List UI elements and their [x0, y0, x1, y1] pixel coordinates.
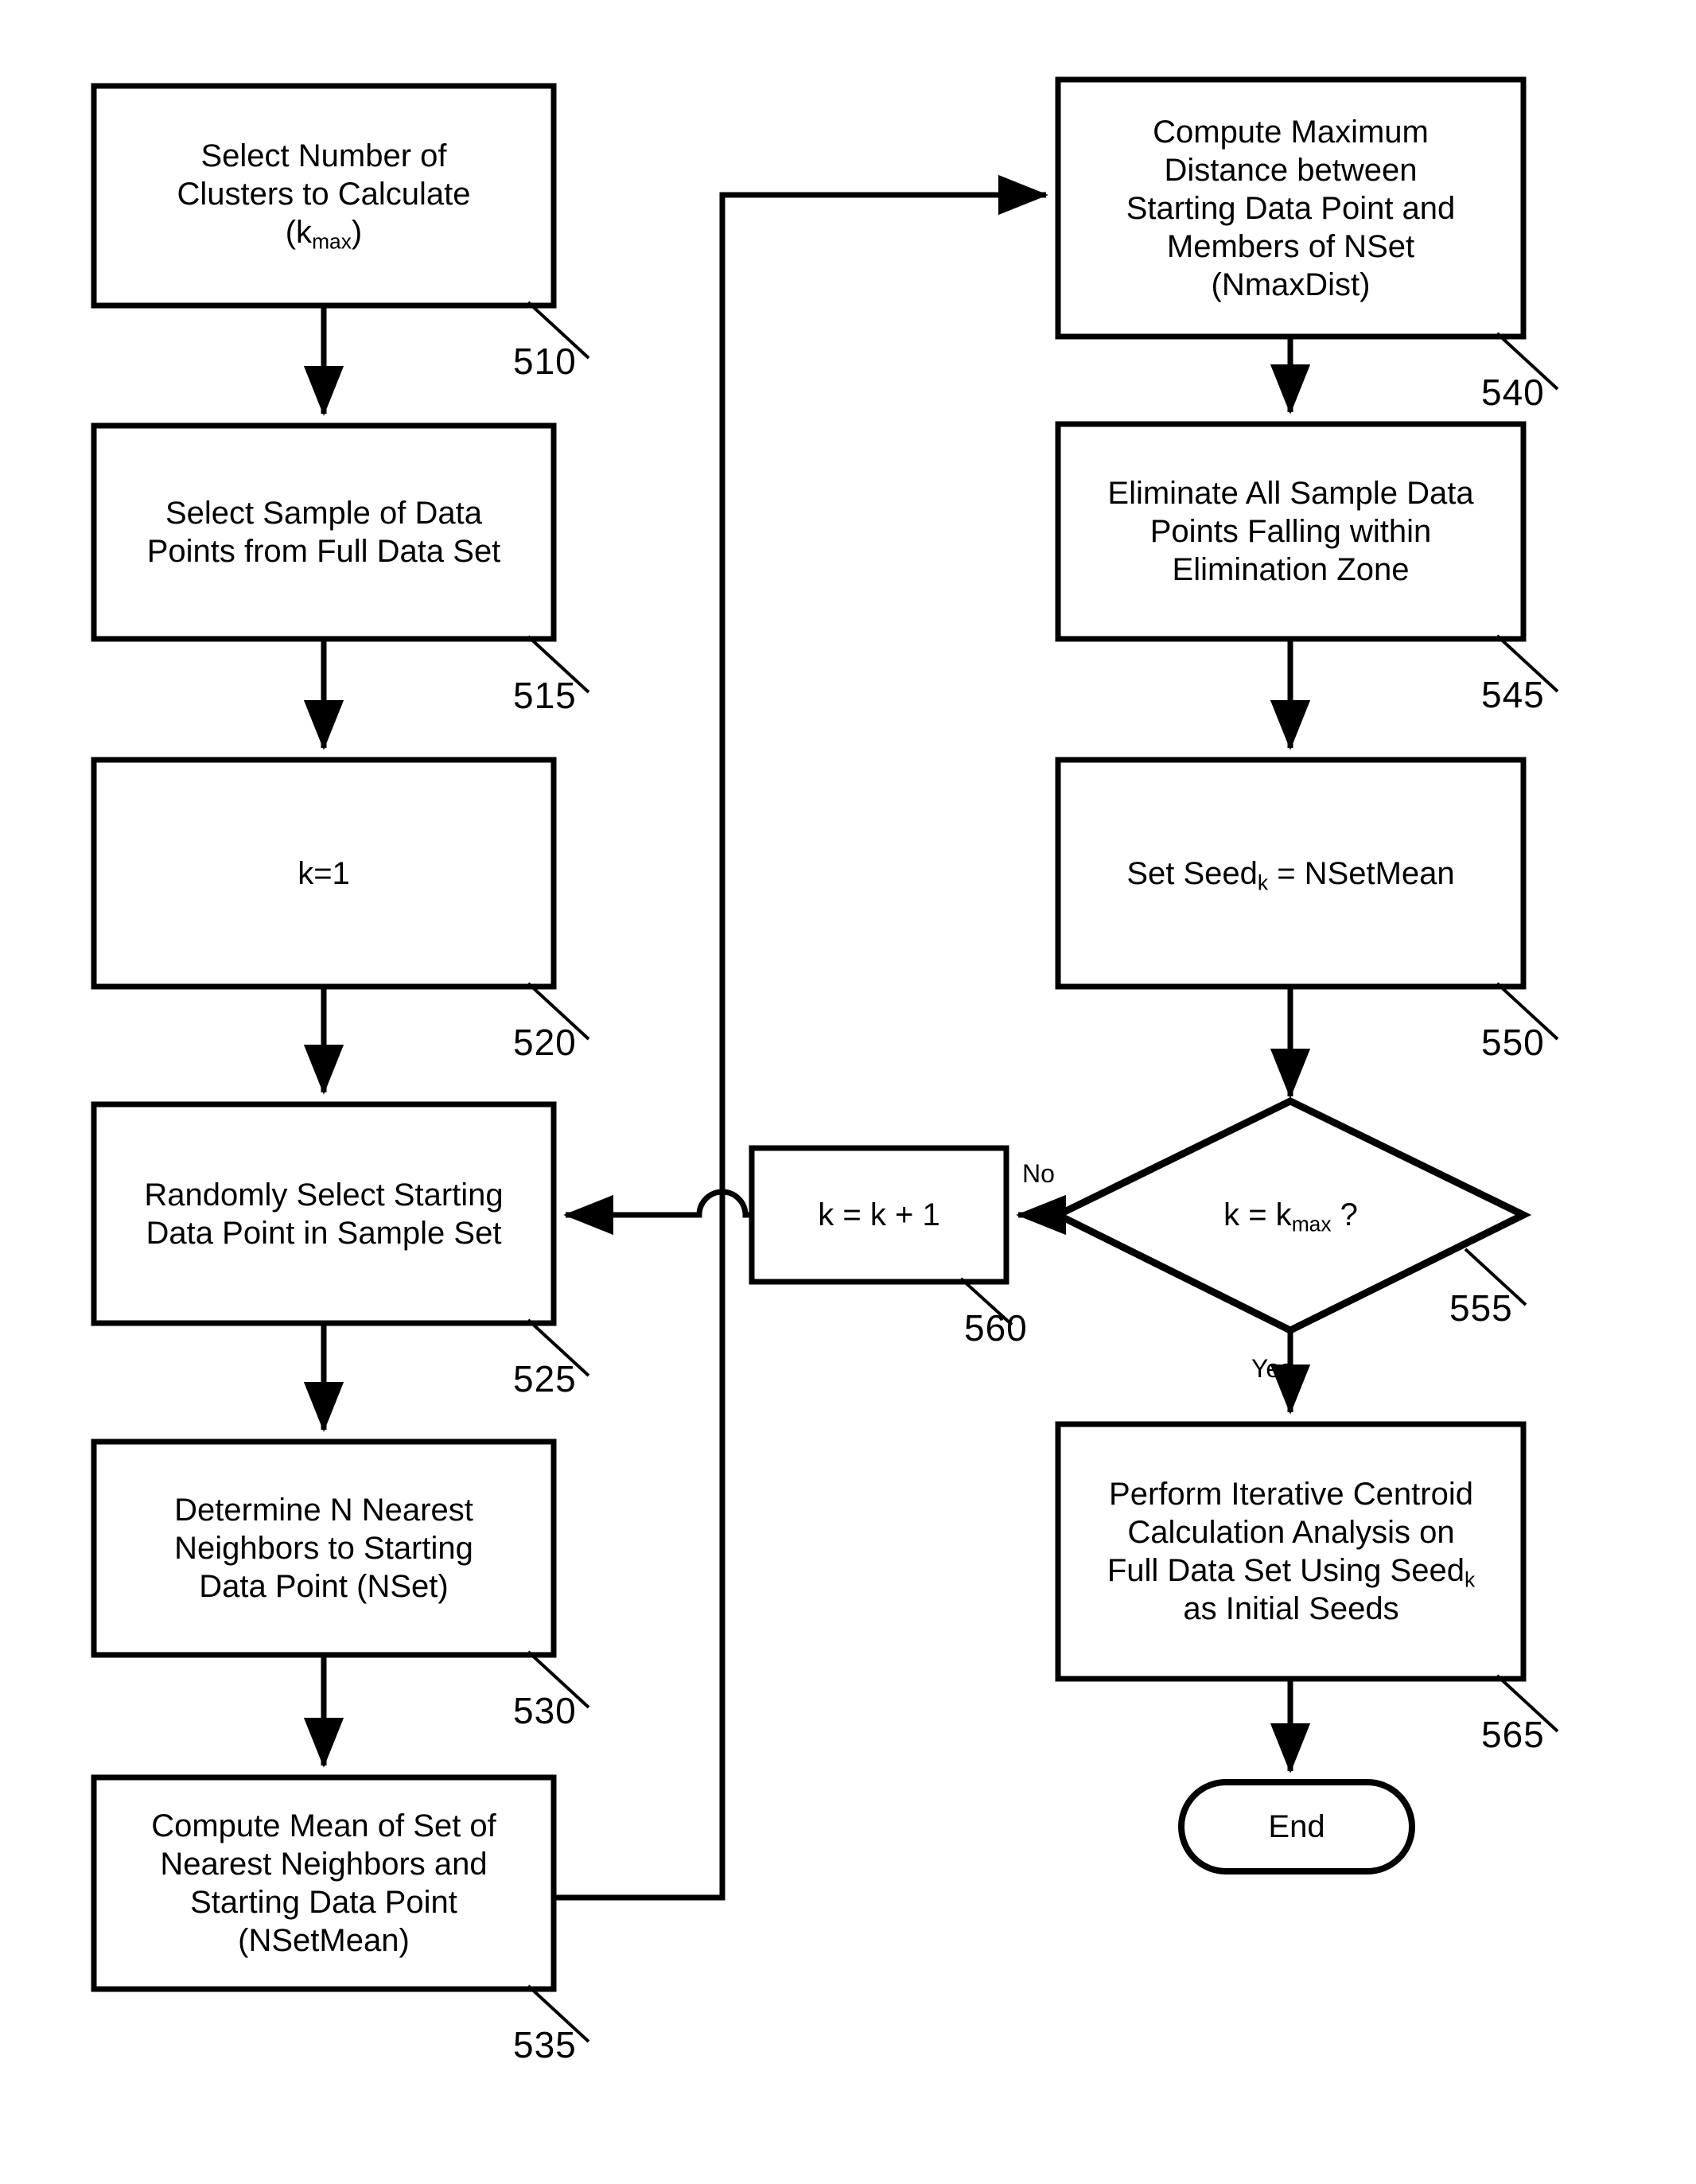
- node-560-shape: [749, 1145, 1009, 1285]
- ref-numeral-560: 560: [964, 1307, 1028, 1349]
- edge-535-to-540: [554, 174, 1048, 1901]
- ref-numeral-555: 555: [1449, 1287, 1513, 1329]
- ref-numeral-565: 565: [1481, 1714, 1545, 1755]
- node-510-shape: [91, 83, 557, 309]
- node-515-shape: [91, 422, 557, 642]
- node-520-shape: [91, 757, 557, 990]
- ref-numeral-510: 510: [513, 341, 577, 382]
- edge-label-yes: Yes: [1251, 1354, 1293, 1383]
- ref-numeral-550: 550: [1481, 1022, 1545, 1063]
- ref-numeral-545: 545: [1481, 674, 1545, 715]
- flowchart-connectors: [91, 76, 1559, 2043]
- node-550-shape: [1055, 757, 1527, 990]
- flowchart-canvas: Select Number of Clusters to Calculate (km…: [0, 0, 1696, 2184]
- ref-numeral-525: 525: [513, 1358, 577, 1400]
- node-end-shape: [1178, 1779, 1415, 1875]
- ref-numeral-535: 535: [513, 2024, 577, 2065]
- node-535-shape: [91, 1774, 557, 1992]
- ref-numeral-515: 515: [513, 675, 577, 716]
- ref-numeral-540: 540: [1481, 372, 1545, 413]
- edge-label-no: No: [1022, 1159, 1055, 1188]
- node-525-shape: [91, 1101, 557, 1326]
- node-545-shape: [1055, 421, 1527, 642]
- node-540-shape: [1055, 76, 1527, 340]
- ref-numeral-530: 530: [513, 1690, 577, 1731]
- ref-numeral-520: 520: [513, 1022, 577, 1063]
- node-565-shape: [1055, 1421, 1527, 1682]
- node-530-shape: [91, 1438, 557, 1658]
